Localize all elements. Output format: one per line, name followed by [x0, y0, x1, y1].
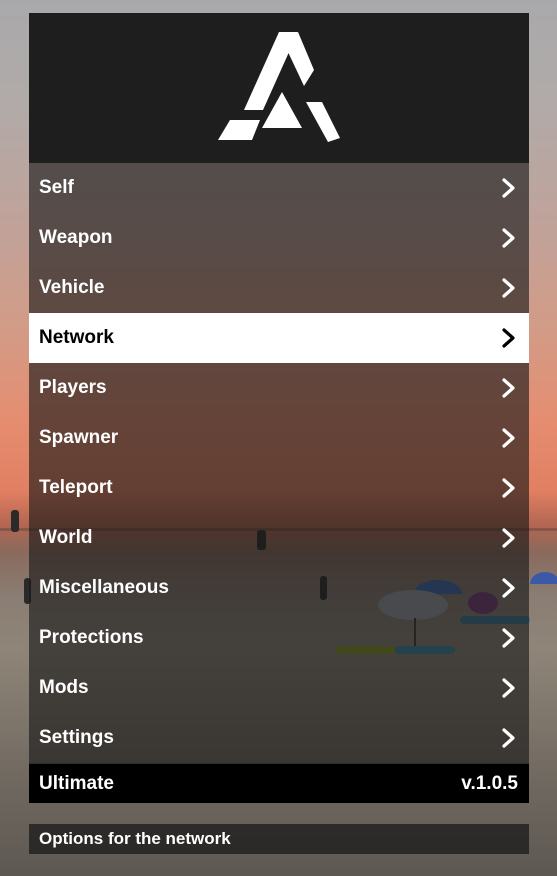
option-description: Options for the network: [29, 824, 529, 854]
menu-item-vehicle[interactable]: Vehicle: [29, 263, 529, 313]
menu-item-spawner[interactable]: Spawner: [29, 413, 529, 463]
menu-item-settings[interactable]: Settings: [29, 713, 529, 763]
footer-title: Ultimate: [39, 772, 114, 794]
menu-banner: [29, 13, 529, 163]
chevron-right-icon: [501, 678, 517, 698]
triangle-logo-icon: [218, 30, 340, 147]
menu-item-world[interactable]: World: [29, 513, 529, 563]
menu-item-label: Network: [39, 327, 114, 348]
chevron-right-icon: [501, 228, 517, 248]
chevron-right-icon: [501, 528, 517, 548]
chevron-right-icon: [501, 178, 517, 198]
chevron-right-icon: [501, 278, 517, 298]
version-label: v.1.0.5: [461, 772, 518, 794]
menu-item-label: Teleport: [39, 477, 113, 498]
menu-item-label: World: [39, 527, 93, 548]
menu-item-label: Players: [39, 377, 107, 398]
menu-item-players[interactable]: Players: [29, 363, 529, 413]
chevron-right-icon: [501, 578, 517, 598]
menu-item-self[interactable]: Self: [29, 163, 529, 213]
main-menu: Self Weapon Vehicle Network Players Spaw…: [29, 13, 529, 803]
chevron-right-icon: [501, 478, 517, 498]
menu-item-label: Vehicle: [39, 277, 105, 298]
menu-item-label: Protections: [39, 627, 144, 648]
menu-item-list: Self Weapon Vehicle Network Players Spaw…: [29, 163, 529, 763]
chevron-right-icon: [501, 628, 517, 648]
menu-item-label: Miscellaneous: [39, 577, 169, 598]
chevron-right-icon: [501, 728, 517, 748]
menu-footer: Ultimate v.1.0.5: [29, 763, 529, 803]
menu-item-label: Self: [39, 177, 74, 198]
menu-item-label: Settings: [39, 727, 114, 748]
chevron-right-icon: [501, 428, 517, 448]
menu-item-label: Spawner: [39, 427, 119, 448]
menu-item-network[interactable]: Network: [29, 313, 529, 363]
chevron-right-icon: [501, 378, 517, 398]
menu-item-mods[interactable]: Mods: [29, 663, 529, 713]
menu-item-protections[interactable]: Protections: [29, 613, 529, 663]
menu-item-label: Weapon: [39, 227, 113, 248]
menu-item-teleport[interactable]: Teleport: [29, 463, 529, 513]
menu-item-miscellaneous[interactable]: Miscellaneous: [29, 563, 529, 613]
menu-item-label: Mods: [39, 677, 89, 698]
chevron-right-icon: [501, 328, 517, 348]
description-text: Options for the network: [39, 829, 231, 848]
menu-item-weapon[interactable]: Weapon: [29, 213, 529, 263]
